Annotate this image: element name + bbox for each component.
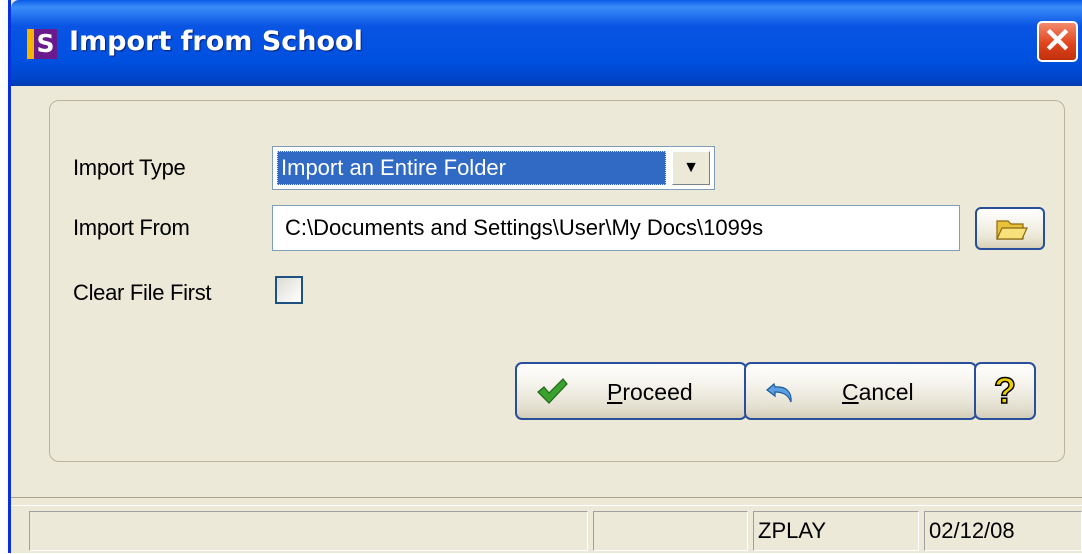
question-mark-icon: ? [993, 369, 1017, 412]
clear-file-label: Clear File First [73, 280, 212, 305]
app-icon-stripe [27, 29, 34, 59]
folder-icon [996, 220, 1028, 240]
import-type-value: Import an Entire Folder [277, 151, 666, 185]
import-from-label: Import From [73, 215, 190, 240]
app-icon: S [27, 29, 57, 59]
import-type-select[interactable]: Import an Entire Folder ▼ [272, 146, 715, 190]
app-icon-letter: S [34, 29, 57, 59]
dialog-window: S Import from School ✕ Import Type Impor… [8, 0, 1082, 553]
proceed-button[interactable]: Proceed [515, 362, 747, 420]
undo-arrow-icon [766, 382, 792, 403]
import-type-label: Import Type [73, 155, 186, 180]
status-panel-2 [593, 511, 748, 551]
chevron-down-icon[interactable]: ▼ [672, 151, 710, 185]
window-title: Import from School [69, 26, 363, 57]
status-user: ZPLAY [753, 511, 919, 551]
close-icon: ✕ [1043, 22, 1072, 60]
cancel-button[interactable]: Cancel [744, 362, 977, 420]
checkmark-icon [537, 378, 568, 404]
clear-file-checkbox[interactable] [275, 276, 303, 304]
cancel-label: Cancel [842, 379, 914, 405]
title-bar[interactable]: S Import from School ✕ [11, 0, 1082, 86]
close-button[interactable]: ✕ [1037, 21, 1078, 62]
status-panel-1 [29, 511, 588, 551]
status-date: 02/12/08 [924, 511, 1082, 551]
proceed-label: Proceed [607, 379, 693, 405]
status-separator [11, 497, 1082, 498]
help-button[interactable]: ? [974, 362, 1036, 420]
browse-folder-button[interactable] [975, 207, 1045, 250]
import-from-input[interactable]: C:\Documents and Settings\User\My Docs\1… [272, 205, 960, 251]
